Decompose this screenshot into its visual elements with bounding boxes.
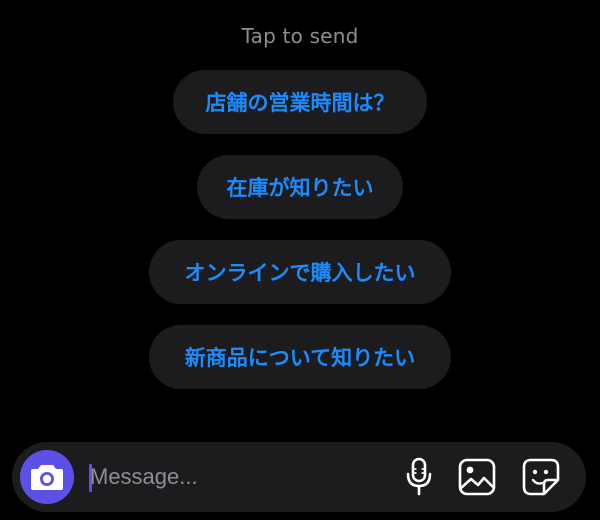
chat-screen: Tap to send 店舗の営業時間は？ 在庫が知りたい オンラインで購入した… [0, 0, 600, 520]
microphone-icon [406, 457, 432, 496]
quick-reply-store-hours[interactable]: 店舗の営業時間は？ [173, 70, 427, 134]
quick-replies: 店舗の営業時間は？ 在庫が知りたい オンラインで購入したい 新商品について知りた… [0, 70, 600, 410]
sticker-button[interactable] [520, 456, 562, 498]
tap-to-send-hint: Tap to send [241, 24, 359, 48]
message-composer [12, 442, 586, 512]
gallery-button[interactable] [456, 456, 498, 498]
message-input[interactable] [88, 456, 378, 498]
camera-button[interactable] [20, 450, 74, 504]
sticker-icon [522, 458, 560, 496]
voice-button[interactable] [398, 456, 440, 498]
quick-reply-buy-online[interactable]: オンラインで購入したい [149, 240, 451, 304]
quick-reply-stock[interactable]: 在庫が知りたい [197, 155, 403, 219]
camera-icon [31, 465, 63, 490]
image-icon [458, 458, 496, 496]
quick-reply-new-products[interactable]: 新商品について知りたい [149, 325, 451, 389]
